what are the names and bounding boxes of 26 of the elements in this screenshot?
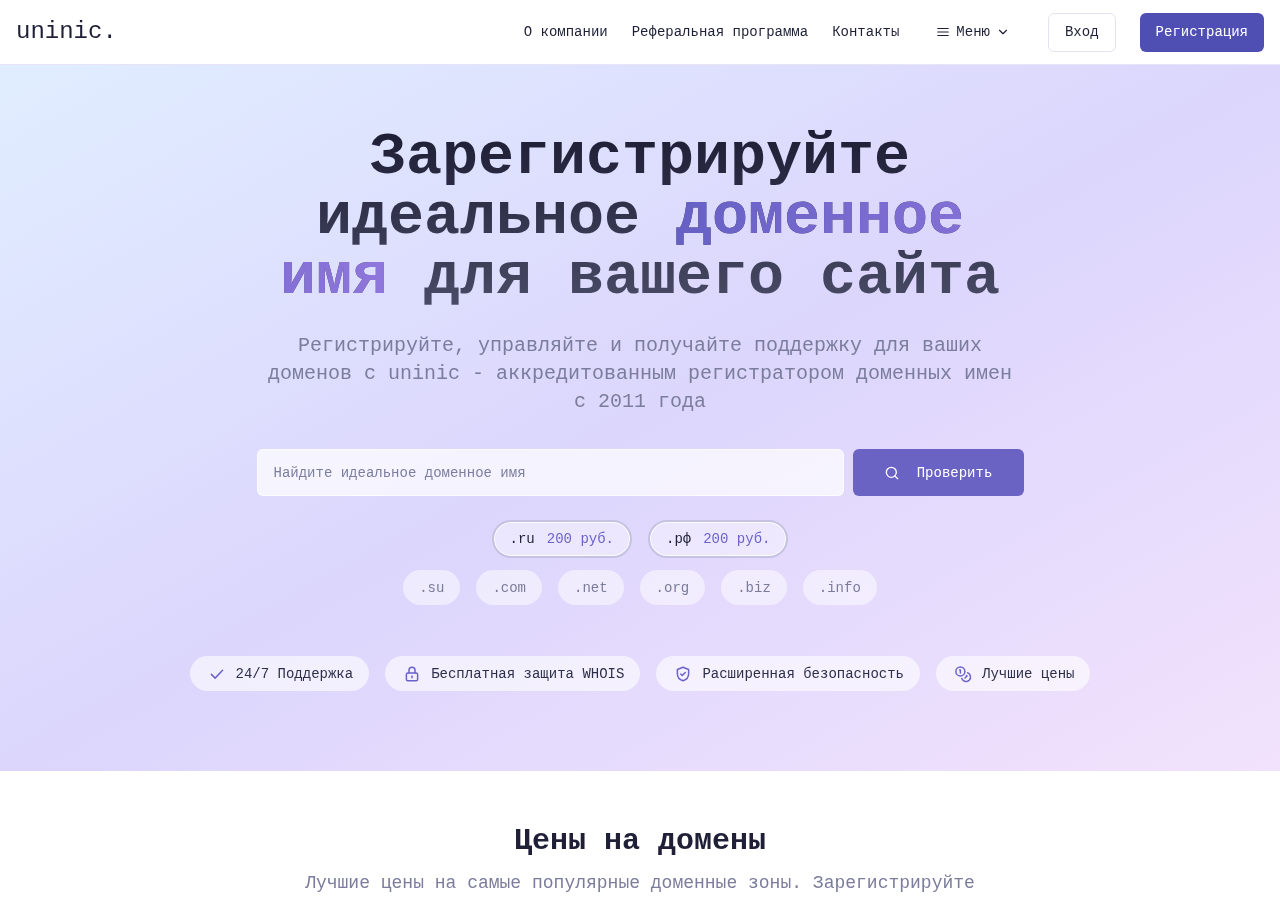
nav-link[interactable]: Контакты	[832, 22, 900, 42]
check-button[interactable]: Проверить	[852, 449, 1024, 496]
nav-link[interactable]: О компании	[523, 22, 608, 42]
price-chip[interactable]: .ru 200 руб.	[491, 520, 632, 558]
login-button[interactable]: Вход	[1047, 12, 1116, 52]
zone-chip[interactable]: .biz	[721, 570, 787, 605]
zone-chip[interactable]: .com	[476, 570, 542, 605]
coins-icon	[954, 664, 973, 683]
feature-label: Расширенная безопасность	[702, 664, 905, 684]
price-chip[interactable]: .рф 200 руб.	[648, 520, 789, 558]
feature-label: Бесплатная защита WHOIS	[431, 664, 625, 684]
logo[interactable]: uninic.	[16, 16, 117, 48]
zone-chip[interactable]: .info	[802, 570, 877, 605]
section-title: Цены на домены	[513, 823, 766, 859]
feature-label: 24/7 Поддержка	[235, 664, 354, 684]
nav-link[interactable]: Реферальная программа	[631, 22, 809, 42]
search-icon	[883, 464, 900, 481]
section-subtitle: Лучшие цены на самые популярные доменные зоны. Зарегистрируйте	[305, 872, 975, 895]
hero-subtitle: Регистрируйте, управляйте и получайте поддержку для ваших доменов с uninic - аккредитованным регистратором доменных имен с 2011 года	[266, 333, 1014, 415]
zone-chip[interactable]: .org	[639, 570, 706, 605]
register-button[interactable]: Регистрация	[1139, 12, 1264, 52]
menu-button[interactable]: Меню	[936, 22, 1010, 42]
menu-icon	[936, 25, 951, 39]
feature-label: Лучшие цены	[982, 664, 1075, 684]
zone-chip[interactable]: .net	[558, 570, 624, 605]
search-field[interactable]: Найдите идеальное доменное имя	[256, 449, 844, 496]
